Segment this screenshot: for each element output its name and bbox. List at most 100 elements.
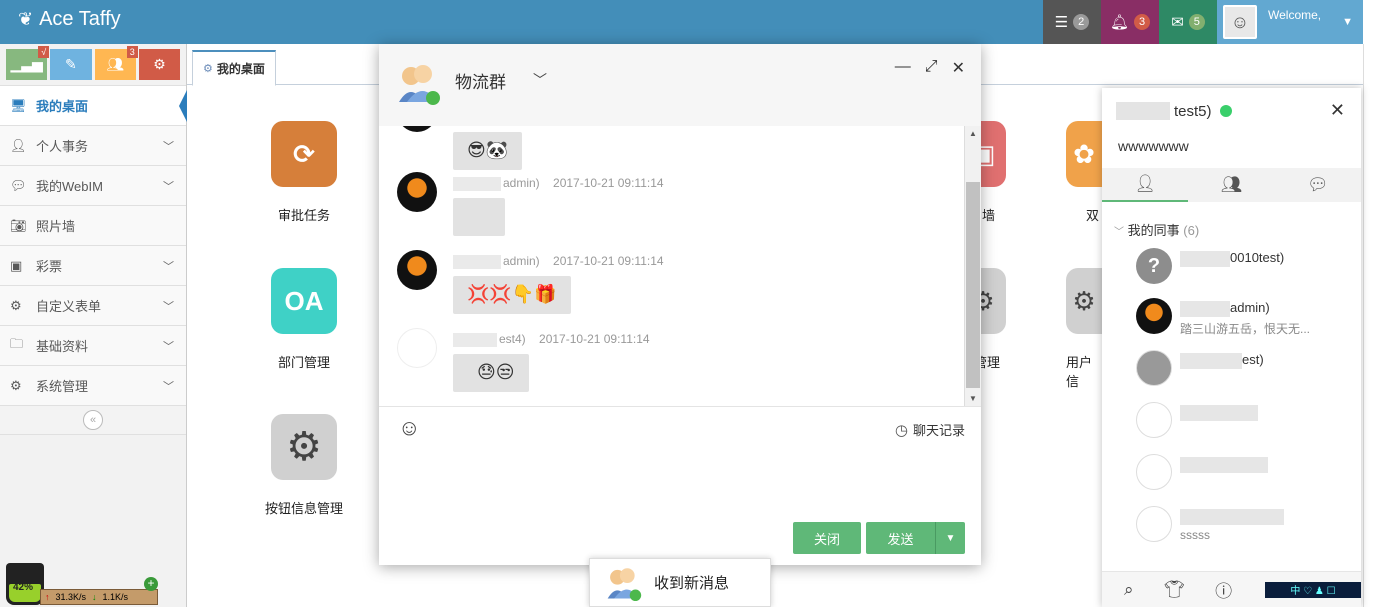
contact-item[interactable]: sssss — [1136, 506, 1356, 550]
contact-group-header[interactable]: ﹀ 我的同事 (6) — [1114, 220, 1199, 239]
smiley-icon[interactable]: ☺ — [398, 415, 420, 441]
shortcut-users[interactable]: 👥︎ 3 — [94, 46, 138, 80]
sidebar-item-system[interactable]: ⚙ 系统管理 ﹀ — [0, 365, 186, 405]
sidebar-item-label: 彩票 — [36, 259, 63, 274]
minimize-icon[interactable]: — — [895, 58, 911, 78]
sidebar-item-label: 我的桌面 — [36, 99, 89, 114]
contact-name-text: est) — [1242, 352, 1264, 367]
user-menu[interactable]: ☺ Welcome, ▼ — [1217, 0, 1363, 44]
contact-item[interactable] — [1136, 402, 1356, 446]
desktop-item-double[interactable]: ✿ 双 — [1066, 121, 1102, 224]
scroll-up-icon[interactable]: ▲ — [969, 129, 977, 138]
contact-name: est) — [1180, 352, 1264, 369]
new-message-notification[interactable]: 收到新消息 — [589, 558, 771, 607]
folder-icon: 🗀 — [10, 335, 24, 351]
sidebar-item-label: 个人事务 — [36, 139, 89, 154]
message-sender: est4) — [499, 332, 526, 346]
message-scrollbar[interactable]: ▲ ▼ — [964, 126, 981, 406]
contacts-panel: test5) ✕ wwwwwww 👤︎ 👥︎ 💬︎ ﹀ 我的同事 (6) ? 0… — [1102, 88, 1361, 607]
send-button[interactable]: 发送 — [866, 522, 935, 554]
sidebar-item-desktop[interactable]: 🖥︎ 我的桌面 — [0, 85, 187, 125]
leaf-icon: ❦ — [18, 9, 34, 29]
ime-toolbar[interactable]: 中 ♡ ♟ ☐ — [1265, 581, 1361, 598]
message-sender: admin) — [503, 254, 540, 268]
desktop-item-label: 用户信 — [1066, 355, 1093, 389]
scroll-thumb[interactable] — [966, 182, 980, 388]
user-icon: 👤︎ — [1134, 174, 1156, 193]
desktop-item-approval[interactable]: ⟳ 审批任务 — [249, 121, 359, 224]
message-time: 2017-10-21 09:11:14 — [539, 332, 650, 346]
tab-friends[interactable]: 👤︎ — [1102, 168, 1189, 202]
desktop-item-label: 墙 — [982, 208, 996, 223]
contact-item[interactable]: est) — [1136, 350, 1356, 394]
contact-item[interactable]: admin) 踏三山游五岳，恨天无... — [1136, 298, 1356, 342]
shortcut-signal[interactable]: ▁▃▅ √ — [6, 46, 50, 80]
scroll-down-icon[interactable]: ▼ — [969, 394, 977, 403]
info-icon[interactable]: ⓘ — [1215, 577, 1232, 602]
messages-button[interactable]: ✉ 5 — [1159, 0, 1217, 44]
approval-icon: ⟳ — [271, 121, 337, 187]
tasks-button[interactable]: ☰ 2 — [1043, 0, 1101, 44]
sidebar-item-base-data[interactable]: 🗀 基础资料 ﹀ — [0, 325, 186, 365]
shortcut-pencil[interactable]: ✎ — [50, 49, 92, 80]
desktop-item-department[interactable]: OA 部门管理 — [249, 268, 359, 371]
panel-footer: ⌕ 👕︎ ⓘ 中 ♡ ♟ ☐ — [1102, 571, 1361, 607]
contact-name — [1180, 404, 1258, 421]
envelope-icon: ✉ — [1171, 14, 1184, 31]
sidebar-item-label: 我的WebIM — [36, 179, 103, 194]
tasks-badge: 2 — [1073, 14, 1090, 30]
user-avatar: ☺ — [1223, 5, 1257, 39]
avatar — [397, 172, 437, 212]
message-time: 2017-10-21 09:11:14 — [553, 176, 664, 190]
chat-history-link[interactable]: ◷ 聊天记录 — [895, 420, 965, 439]
double-left-icon[interactable]: « — [83, 410, 103, 430]
sidebar-item-label: 照片墙 — [36, 219, 76, 234]
close-icon[interactable]: ✕ — [1330, 100, 1345, 121]
skin-icon[interactable]: 👕︎ — [1164, 580, 1186, 600]
divider — [379, 406, 981, 407]
contact-name-text: admin) — [1230, 300, 1270, 315]
notifications-button[interactable]: 🔔︎ 3 — [1101, 0, 1159, 44]
send-options-button[interactable]: ▼ — [935, 522, 965, 554]
comment-icon: 💬︎ — [1307, 175, 1329, 194]
tab-groups[interactable]: 👥︎ — [1188, 168, 1274, 202]
search-icon[interactable]: ⌕ — [1124, 580, 1134, 600]
chevron-down-icon: ﹀ — [1114, 227, 1124, 238]
sidebar-item-webim[interactable]: 💬︎ 我的WebIM ﹀ — [0, 165, 186, 205]
shortcut-cogs[interactable]: ⚙ — [138, 49, 180, 80]
chat-header[interactable]: 物流群 ﹀ — ⤢ ✕ — [379, 44, 981, 126]
message-list[interactable]: 😎🐼 admin) 2017-10-21 09:11:14 admin) 201… — [379, 126, 964, 406]
desktop-item-label: 按钮信息管理 — [264, 501, 343, 516]
panel-signature[interactable]: wwwwwww — [1118, 138, 1189, 154]
top-navbar: ❦ Ace Taffy ☰ 2 🔔︎ 3 ✉ 5 ☺ Welcome, ▼ — [0, 0, 1375, 44]
double-icon: ✿ — [1066, 121, 1102, 187]
sidebar-item-custom-form[interactable]: ⚙ 自定义表单 ﹀ — [0, 285, 186, 325]
group-count: (6) — [1183, 223, 1200, 238]
tab-recent[interactable]: 💬︎ — [1275, 168, 1361, 202]
sidebar-item-personal[interactable]: 👤︎ 个人事务 ﹀ — [0, 125, 186, 165]
close-icon[interactable]: ✕ — [952, 58, 965, 78]
avatar — [397, 126, 437, 132]
brand[interactable]: ❦ Ace Taffy — [18, 8, 121, 31]
shortcuts: ▁▃▅ √ ✎ 👥︎ 3 ⚙ — [0, 44, 186, 85]
page-right-edge — [1363, 44, 1375, 607]
desktop-item-button-info[interactable]: ⚙ 按钮信息管理 — [249, 414, 359, 517]
plus-icon[interactable]: + — [144, 577, 158, 591]
sidebar-item-lottery[interactable]: ▣ 彩票 ﹀ — [0, 245, 186, 285]
upload-speed: 31.3K/s — [55, 592, 87, 602]
desktop-item-user-info[interactable]: ⚙ 用户信 — [1066, 268, 1102, 390]
contact-item[interactable] — [1136, 454, 1356, 498]
network-speed-widget[interactable]: 42% ↑ 31.3K/s ↓ 1.1K/s + — [6, 563, 158, 607]
close-button[interactable]: 关闭 — [793, 522, 861, 554]
maximize-icon[interactable]: ⤢ — [925, 58, 938, 78]
chevron-down-icon: ﹀ — [163, 300, 174, 313]
sidebar-item-photos[interactable]: 📷︎ 照片墙 — [0, 205, 186, 245]
chevron-down-icon[interactable]: ﹀ — [533, 70, 547, 90]
bell-icon: 🔔︎ — [1109, 14, 1130, 31]
signal-icon: ▁▃▅ — [10, 56, 43, 72]
group-avatar-icon — [399, 65, 440, 105]
tab-desktop[interactable]: ⚙ 我的桌面 — [192, 50, 276, 86]
contact-item[interactable]: ? 0010test) — [1136, 248, 1356, 292]
contact-name — [1180, 508, 1284, 525]
arrow-down-icon: ↓ — [92, 592, 97, 602]
